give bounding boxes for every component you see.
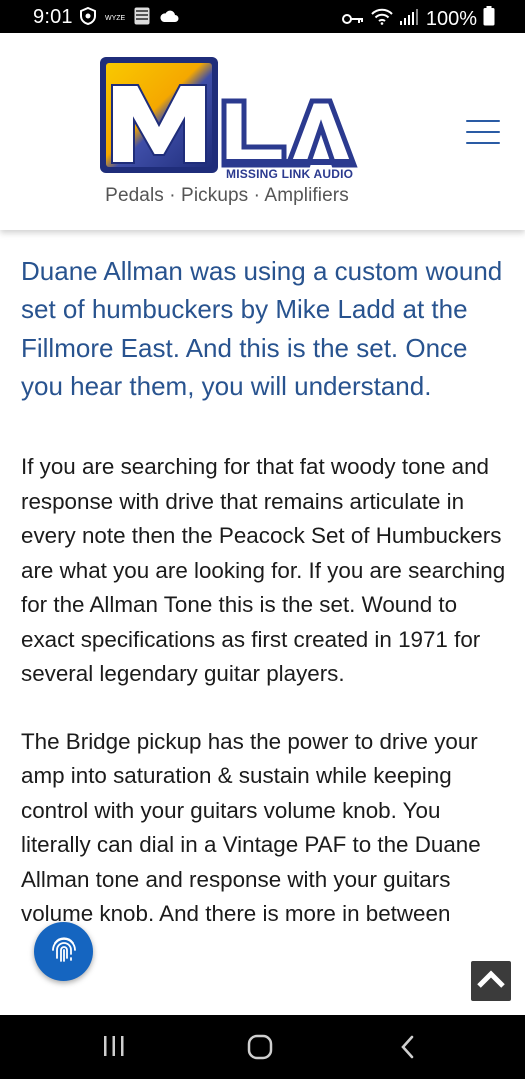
fingerprint-icon	[50, 934, 78, 969]
fingerprint-button[interactable]	[34, 922, 93, 981]
body-paragraph-1: If you are searching for that fat woody …	[21, 454, 506, 687]
menu-line	[466, 131, 500, 133]
shopping-icon	[134, 7, 150, 30]
battery-icon	[483, 6, 495, 32]
notification-icons: WYZE	[80, 6, 179, 30]
back-icon[interactable]	[396, 1033, 420, 1066]
cloud-icon	[159, 9, 179, 28]
status-time: 9:01	[33, 6, 73, 28]
system-nav-bar	[0, 1015, 525, 1079]
menu-line	[466, 120, 500, 122]
wyze-icon: WYZE	[105, 10, 126, 28]
hamburger-menu-icon[interactable]	[466, 120, 500, 144]
body-paragraph-2: The Bridge pickup has the power to drive…	[21, 728, 481, 927]
screen: 9:01 WYZE 100% MISSING LINK AUDIO Pedals…	[0, 0, 525, 1079]
logo-brand-text: MISSING LINK AUDIO	[226, 167, 354, 181]
tagline: Pedals · Pickups · Amplifiers	[105, 185, 349, 206]
system-status: 100%	[341, 6, 495, 32]
recent-apps-icon[interactable]	[101, 1033, 127, 1064]
home-icon[interactable]	[246, 1033, 274, 1066]
wifi-icon	[370, 7, 394, 31]
site-header: MISSING LINK AUDIO Pedals · Pickups · Am…	[0, 33, 525, 230]
signal-icon	[399, 8, 418, 31]
vpn-shield-icon	[80, 6, 96, 30]
menu-line	[466, 142, 500, 144]
lead-paragraph: Duane Allman was using a custom wound se…	[21, 256, 503, 401]
article-content: Duane Allman was using a custom wound se…	[21, 252, 509, 932]
key-icon	[341, 8, 364, 31]
battery-percent: 100%	[425, 7, 477, 30]
svg-text:WYZE: WYZE	[105, 15, 125, 22]
status-bar: 9:01 WYZE 100%	[0, 0, 525, 33]
scroll-to-top-button[interactable]	[471, 961, 511, 1001]
chevron-up-icon	[476, 969, 506, 994]
